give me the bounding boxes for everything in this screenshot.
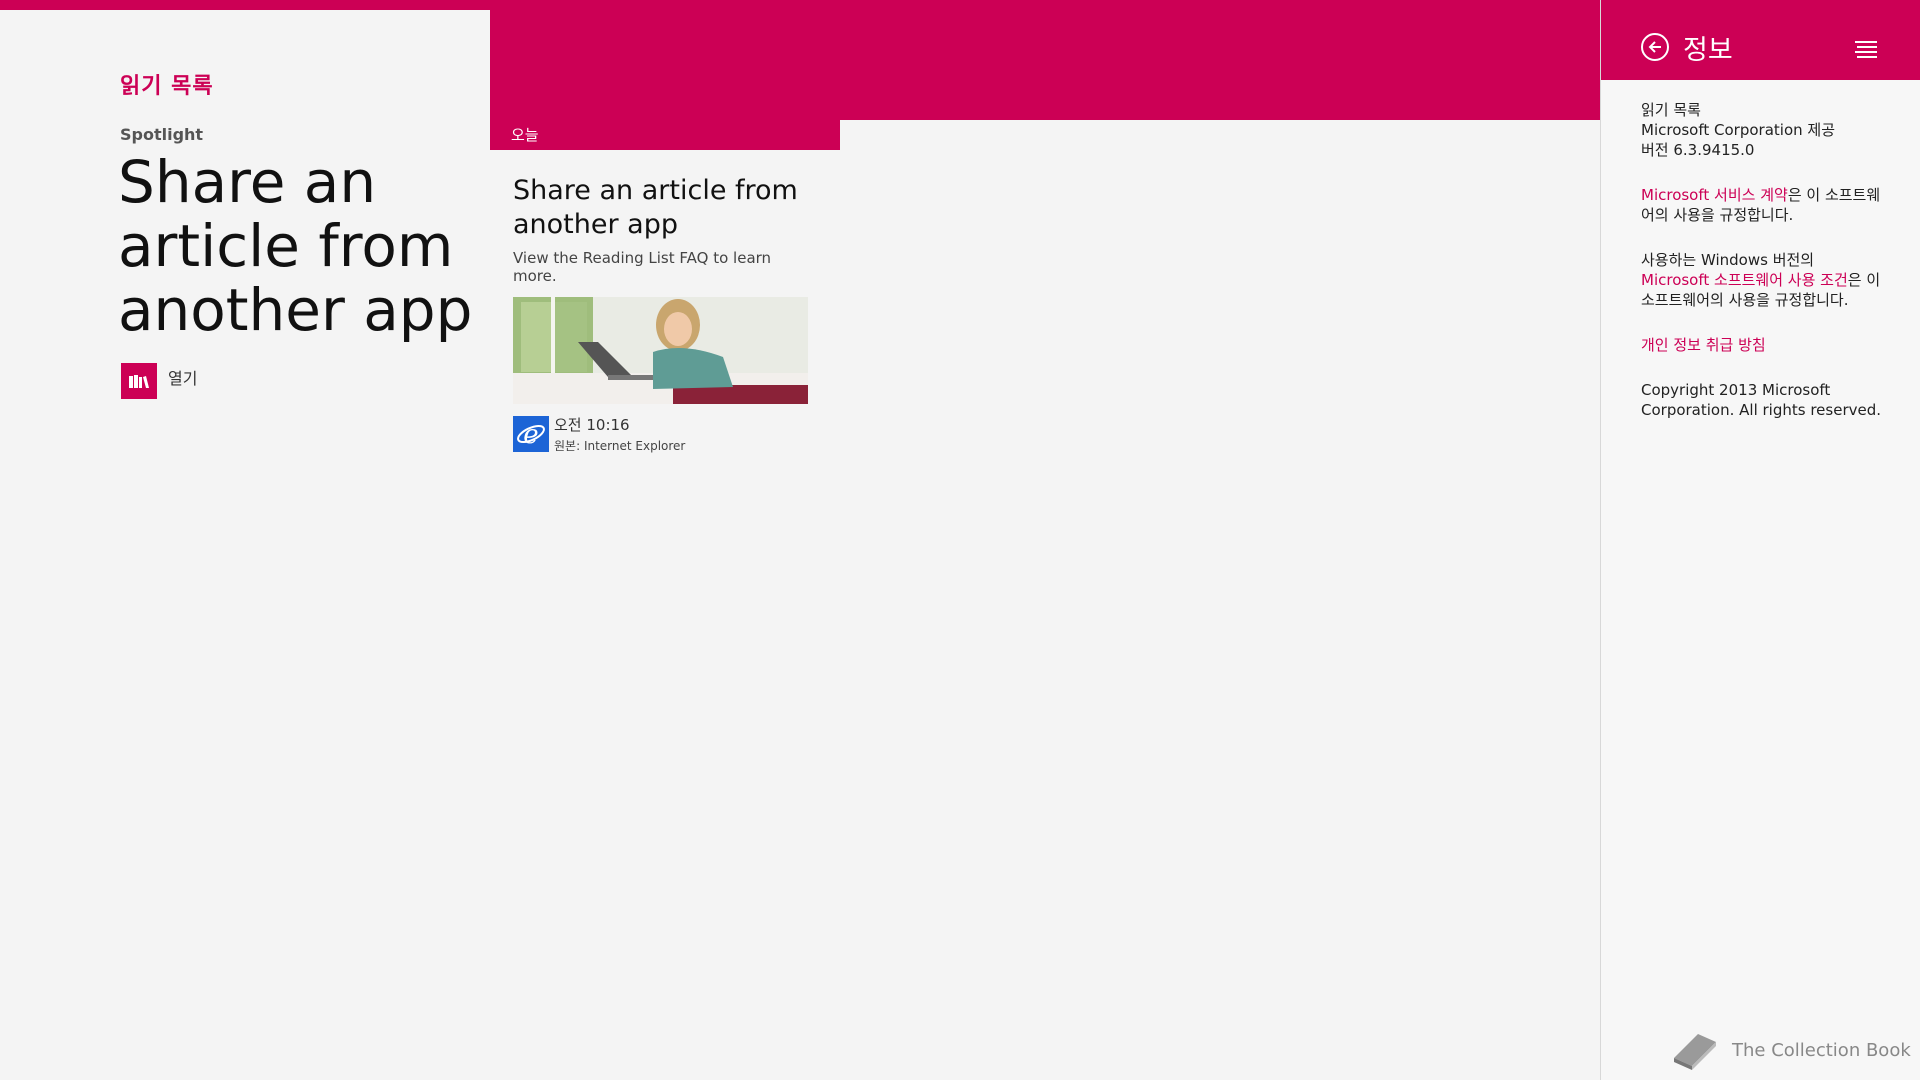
group-header-today[interactable]: 오늘	[490, 120, 840, 150]
panel-title: 정보	[1683, 35, 1733, 66]
privacy-link[interactable]: 개인 정보 취급 방침	[1641, 336, 1766, 354]
woman-laptop-photo	[513, 297, 808, 404]
card-source: 원본: Internet Explorer	[554, 439, 686, 453]
spotlight-label: Spotlight	[120, 125, 204, 144]
card-time: 오전 10:16	[554, 416, 630, 434]
svg-text:e: e	[523, 420, 538, 449]
watermark: The Collection Book	[1668, 1028, 1911, 1072]
open-button[interactable]: 열기	[121, 363, 197, 399]
watermark-text: The Collection Book	[1732, 1039, 1911, 1061]
panel-header: 정보	[1601, 0, 1920, 80]
open-label: 열기	[168, 369, 198, 388]
settings-lines-icon[interactable]	[1853, 38, 1879, 60]
card-meta: e 오전 10:16 원본: Internet Explorer	[513, 416, 813, 454]
article-card[interactable]: Share an article from another app View t…	[513, 174, 813, 454]
card-title: Share an article from another app	[513, 175, 798, 240]
back-arrow-icon[interactable]	[1641, 33, 1669, 61]
software-terms-link[interactable]: Microsoft 소프트웨어 사용 조건	[1641, 271, 1848, 289]
version: 버전 6.3.9415.0	[1641, 141, 1755, 159]
panel-body: 읽기 목록 Microsoft Corporation 제공 버전 6.3.94…	[1641, 100, 1886, 445]
app-title: 읽기 목록	[120, 74, 214, 99]
service-agreement-link[interactable]: Microsoft 서비스 계약	[1641, 186, 1788, 204]
app-name: 읽기 목록	[1641, 101, 1701, 119]
card-description: View the Reading List FAQ to learn more.	[513, 249, 772, 285]
book-icon	[1674, 1034, 1716, 1070]
windows-text: 사용하는 Windows 버전의	[1641, 251, 1815, 269]
books-icon	[121, 363, 157, 399]
publisher: Microsoft Corporation 제공	[1641, 121, 1836, 139]
about-panel: 정보 읽기 목록 Microsoft Corporation 제공 버전 6.3…	[1600, 0, 1920, 1080]
spotlight-headline[interactable]: Share an article from another app	[118, 150, 488, 342]
copyright-text: Copyright 2013 Microsoft Corporation. Al…	[1641, 381, 1882, 419]
internet-explorer-icon: e	[513, 416, 549, 452]
header-banner	[490, 0, 1600, 120]
